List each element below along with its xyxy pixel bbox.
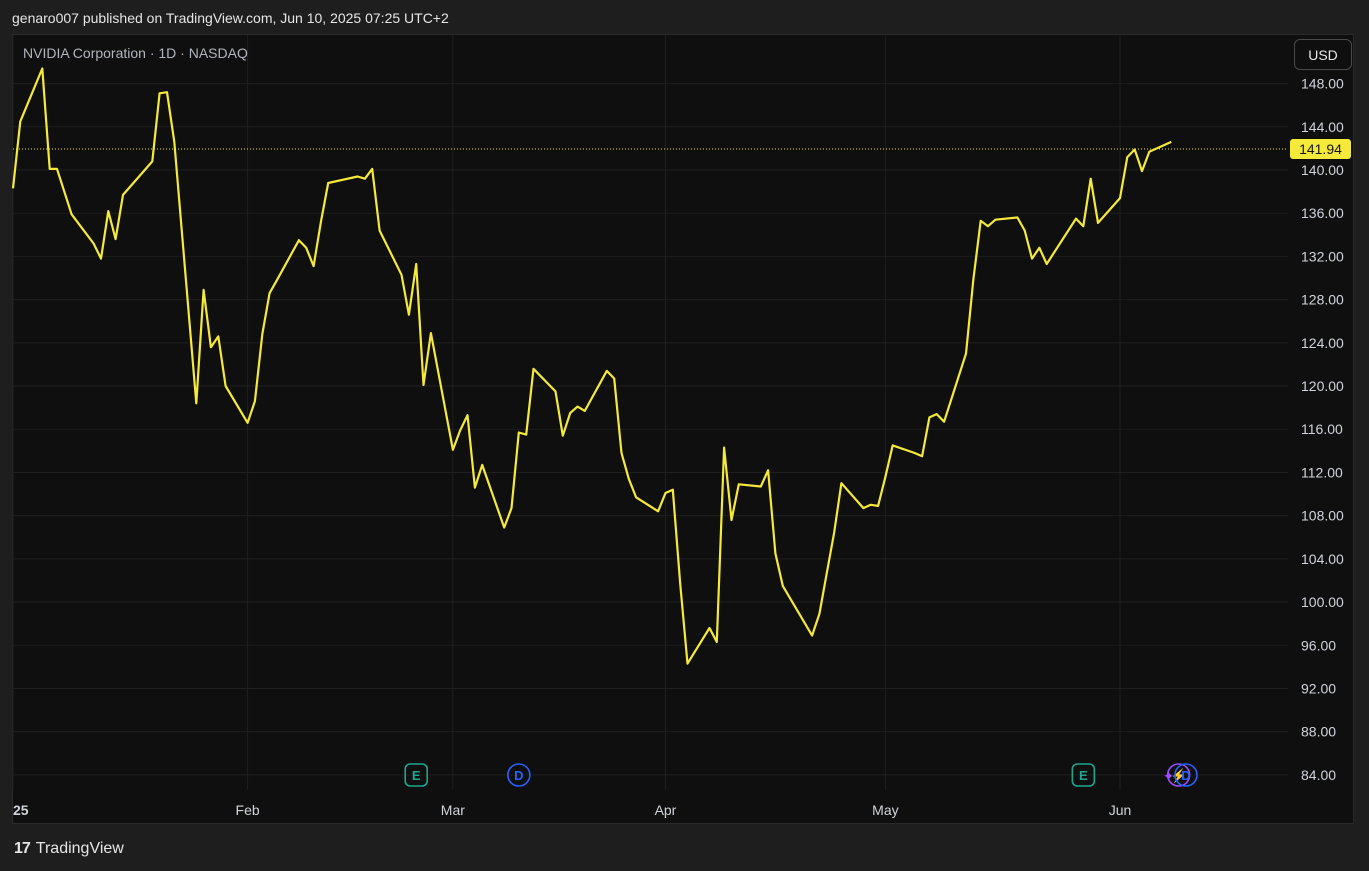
price-tick-label: 96.00 [1301, 637, 1336, 653]
price-chart[interactable]: 84.00 88.00 92.00 96.00 100.00 104.00 108.00 11… [0, 0, 1369, 871]
series-layer [11, 67, 1288, 665]
price-tick-label: 124.00 [1301, 335, 1344, 351]
symbol-title: NVIDIA Corporation · 1D · NASDAQ [23, 45, 248, 61]
price-tick-label: 104.00 [1301, 551, 1344, 567]
price-tick-label: 128.00 [1301, 292, 1344, 308]
time-tick-label: Mar [441, 802, 465, 818]
grid [12, 35, 1288, 790]
price-tick-label: 108.00 [1301, 508, 1344, 524]
dividend-label: D [514, 768, 523, 783]
tradingview-brand-text: TradingView [35, 840, 124, 857]
tradingview-mark-icon: 17 [14, 840, 31, 857]
price-tick-label: 120.00 [1301, 378, 1344, 394]
price-tick-label: 116.00 [1301, 421, 1343, 437]
tradingview-logo[interactable]: 17 TradingView [14, 840, 124, 858]
currency-button[interactable]: USD [1294, 39, 1352, 70]
price-tick-label: 84.00 [1301, 767, 1336, 783]
price-tick-label: 132.00 [1301, 248, 1344, 264]
last-price-label: 141.94 [1299, 141, 1342, 157]
price-tick-label: 144.00 [1301, 119, 1344, 135]
dividend-label: D [1181, 768, 1190, 783]
price-tick-label: 136.00 [1301, 205, 1344, 221]
price-tick-label: 140.00 [1301, 162, 1344, 178]
price-tick-label: 100.00 [1301, 594, 1344, 610]
sparkle-icon: ✦ [1163, 768, 1175, 784]
earnings-label: E [1079, 768, 1088, 783]
time-tick-label: Apr [655, 802, 677, 818]
price-line [11, 67, 1172, 665]
time-tick-label: May [872, 802, 898, 818]
time-tick-label: Feb [236, 802, 260, 818]
price-tick-label: 148.00 [1301, 76, 1344, 92]
price-tick-label: 88.00 [1301, 724, 1336, 740]
price-axis: 84.00 88.00 92.00 96.00 100.00 104.00 108.00 11… [1290, 76, 1351, 783]
price-tick-label: 112.00 [1301, 464, 1343, 480]
price-tick-label: 92.00 [1301, 680, 1336, 696]
time-tick-label: 25 [13, 802, 29, 818]
time-axis: 25 Feb Mar Apr May Jun [13, 802, 1131, 818]
time-tick-label: Jun [1109, 802, 1132, 818]
earnings-label: E [412, 768, 421, 783]
